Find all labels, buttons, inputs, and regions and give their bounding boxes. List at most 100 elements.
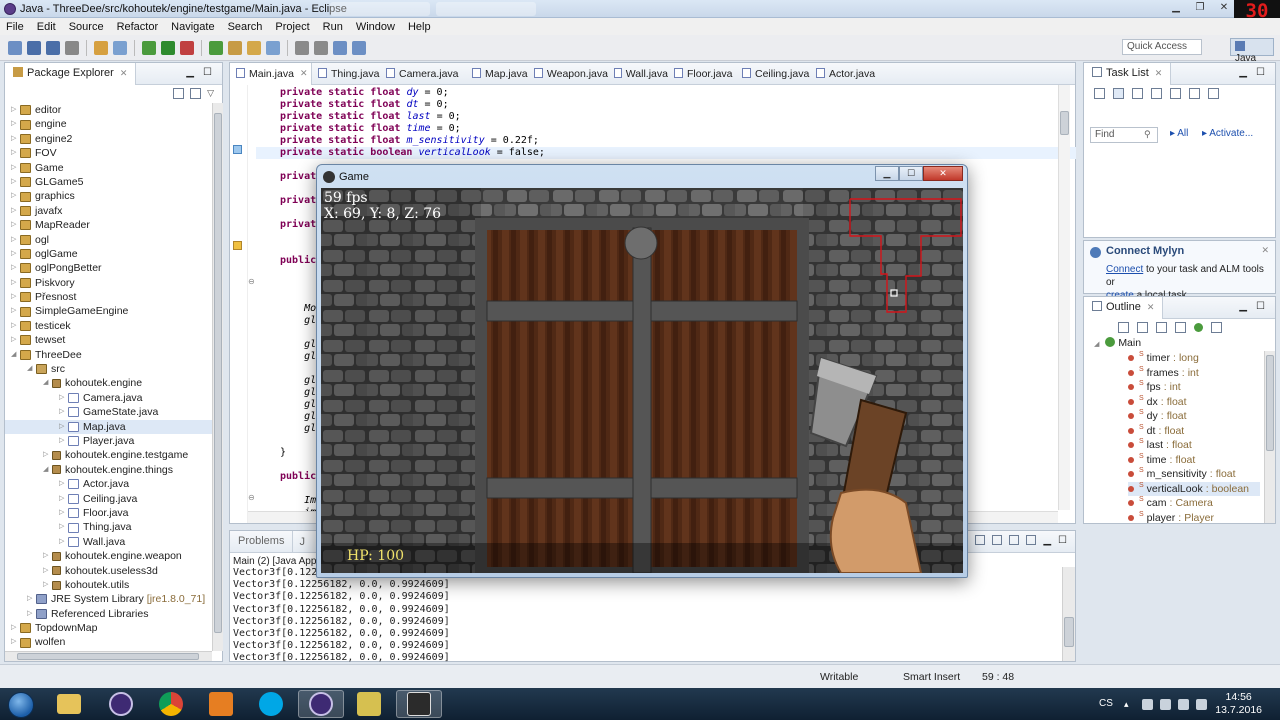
expand-arrow-icon[interactable]: ▷ — [11, 233, 20, 247]
editor-tab-actor[interactable]: Actor.java — [810, 63, 880, 85]
external-tools-icon[interactable] — [180, 40, 194, 55]
word-wrap-icon[interactable] — [992, 535, 1003, 545]
prev-annotation-icon[interactable] — [314, 40, 328, 55]
expand-arrow-icon[interactable]: ▷ — [59, 477, 68, 491]
expand-arrow-icon[interactable]: ▷ — [11, 132, 20, 146]
taskbar-media-player[interactable] — [198, 690, 244, 718]
tree-item[interactable]: ▷ kohoutek.useless3d — [5, 564, 213, 578]
game-window[interactable]: Game ▁ ☐ ✕ 59 fps X: 69, Y: 8, Z: 76 HP:… — [316, 164, 968, 578]
sort-icon[interactable] — [1118, 322, 1129, 333]
expand-arrow-icon[interactable]: ◢ — [43, 376, 52, 390]
tree-item[interactable]: ▷ editor — [5, 103, 213, 117]
tray-monitor-icon[interactable] — [1178, 699, 1189, 710]
tray-flag-icon[interactable] — [1142, 699, 1153, 710]
menu-source[interactable]: Source — [69, 21, 104, 33]
expand-arrow-icon[interactable]: ▷ — [11, 290, 20, 304]
expand-arrow-icon[interactable]: ▷ — [27, 592, 36, 606]
close-tab-icon[interactable]: ✕ — [1155, 68, 1163, 78]
expand-arrow-icon[interactable]: ▷ — [59, 492, 68, 506]
hide-completed-icon[interactable] — [1170, 88, 1181, 99]
task-all-link[interactable]: ▸ All — [1170, 128, 1188, 139]
expand-arrow-icon[interactable]: ▷ — [11, 621, 20, 635]
close-tab-icon[interactable]: ✕ — [120, 68, 128, 78]
minimize-button[interactable]: ▁ — [1168, 2, 1184, 14]
tree-item[interactable]: ▷ Camera.java — [5, 391, 213, 405]
new-icon[interactable] — [8, 40, 22, 55]
editor-scrollbar[interactable] — [1058, 85, 1070, 510]
maximize-button[interactable]: ❐ — [1192, 2, 1208, 14]
tree-item[interactable]: ▷ kohoutek.engine.testgame — [5, 448, 213, 462]
expand-arrow-icon[interactable]: ▷ — [11, 146, 20, 160]
view-menu-icon[interactable]: ▽ — [207, 88, 214, 99]
expand-arrow-icon[interactable]: ▷ — [11, 161, 20, 175]
tree-item[interactable]: ▷ Game — [5, 161, 213, 175]
tree-item[interactable]: ▷ GameState.java — [5, 405, 213, 419]
expand-arrow-icon[interactable]: ▷ — [11, 175, 20, 189]
scroll-lock-icon[interactable] — [975, 535, 986, 545]
debug-icon[interactable] — [142, 40, 156, 55]
tree-item[interactable]: ▷ Piskvory — [5, 276, 213, 290]
quick-access-input[interactable]: Quick Access — [1122, 39, 1202, 55]
tree-item[interactable]: ▷ Wall.java — [5, 535, 213, 549]
outline-member[interactable]: Splayer: Player — [1128, 511, 1260, 526]
expand-arrow-icon[interactable]: ▷ — [59, 420, 68, 434]
tray-arrow-icon[interactable]: ▴ — [1124, 699, 1135, 710]
link-editor-icon[interactable] — [190, 88, 202, 99]
problems-tab[interactable]: Problems — [230, 530, 294, 553]
hide-static-icon[interactable] — [1156, 322, 1167, 333]
tree-item[interactable]: ◢ ThreeDee — [5, 348, 213, 362]
expand-arrow-icon[interactable]: ▷ — [59, 520, 68, 534]
tray-volume-icon[interactable] — [1196, 699, 1207, 710]
expand-arrow-icon[interactable]: ▷ — [11, 247, 20, 261]
editor-tab-camera[interactable]: Camera.java — [380, 63, 466, 85]
expand-arrow-icon[interactable]: ◢ — [27, 362, 36, 376]
tree-item[interactable]: ▷ kohoutek.engine.weapon — [5, 549, 213, 563]
tree-item[interactable]: ▷ testicek — [5, 319, 213, 333]
hide-local-types-icon[interactable] — [1194, 323, 1203, 332]
expand-arrow-icon[interactable]: ▷ — [11, 117, 20, 131]
outline-member[interactable]: Slast: float — [1128, 438, 1260, 453]
expand-arrow-icon[interactable]: ▷ — [11, 189, 20, 203]
task-activate-link[interactable]: ▸ Activate... — [1202, 128, 1253, 139]
tree-item[interactable]: ▷ wolfen — [5, 635, 213, 649]
tree-item[interactable]: ▷ MapReader — [5, 218, 213, 232]
maximize-panel-icon[interactable]: ☐ — [1058, 535, 1067, 546]
menu-project[interactable]: Project — [275, 21, 309, 33]
expand-arrow-icon[interactable]: ▷ — [59, 434, 68, 448]
tree-item[interactable]: ▷ tewset — [5, 333, 213, 347]
categorized-icon[interactable] — [1113, 88, 1124, 99]
print-icon[interactable] — [65, 40, 79, 55]
tree-item[interactable]: ▷ Referenced Libraries — [5, 607, 213, 621]
tree-item[interactable]: ▷ graphics — [5, 189, 213, 203]
close-button[interactable]: ✕ — [1216, 2, 1232, 14]
expand-arrow-icon[interactable]: ▷ — [11, 276, 20, 290]
editor-tab-thing[interactable]: Thing.java — [312, 63, 380, 85]
console-output[interactable]: Vector3f[0.12256 Vector3f[0.12256182, 0.0… — [230, 567, 1075, 665]
link-editor-icon[interactable] — [1211, 322, 1222, 333]
collapse-all-icon[interactable] — [173, 88, 185, 99]
menu-navigate[interactable]: Navigate — [171, 21, 214, 33]
editor-tab-weapon[interactable]: Weapon.java — [528, 63, 608, 85]
focus-icon[interactable] — [1189, 88, 1200, 99]
editor-tab-main[interactable]: Main.java ✕ — [230, 63, 312, 85]
package-scrollbar[interactable] — [212, 103, 223, 651]
tree-item[interactable]: ▷ Floor.java — [5, 506, 213, 520]
expand-arrow-icon[interactable]: ▷ — [59, 506, 68, 520]
connect-link[interactable]: Connect — [1106, 264, 1143, 275]
expand-arrow-icon[interactable]: ▷ — [11, 103, 20, 117]
minimize-panel-icon[interactable]: ▁ — [186, 67, 194, 78]
java-perspective-button[interactable]: Java — [1230, 38, 1274, 64]
minimize-panel-icon[interactable]: ▁ — [1239, 301, 1247, 312]
tree-item[interactable]: ▷ engine — [5, 117, 213, 131]
tree-item[interactable]: ▷ ogl — [5, 233, 213, 247]
fold-icon-2[interactable]: ⊖ — [248, 493, 255, 502]
maximize-panel-icon[interactable]: ☐ — [1256, 67, 1265, 78]
close-mylyn-icon[interactable]: ✕ — [1261, 245, 1269, 256]
taskbar-fraps[interactable] — [346, 690, 392, 718]
open-type-icon[interactable] — [247, 40, 261, 55]
skip-breakpoints-icon[interactable] — [94, 40, 108, 55]
start-button[interactable] — [2, 689, 40, 719]
tree-item[interactable]: ▷ GLGame5 — [5, 175, 213, 189]
outline-member[interactable]: Sdy: float — [1128, 409, 1260, 424]
minimize-panel-icon[interactable]: ▁ — [1239, 67, 1247, 78]
